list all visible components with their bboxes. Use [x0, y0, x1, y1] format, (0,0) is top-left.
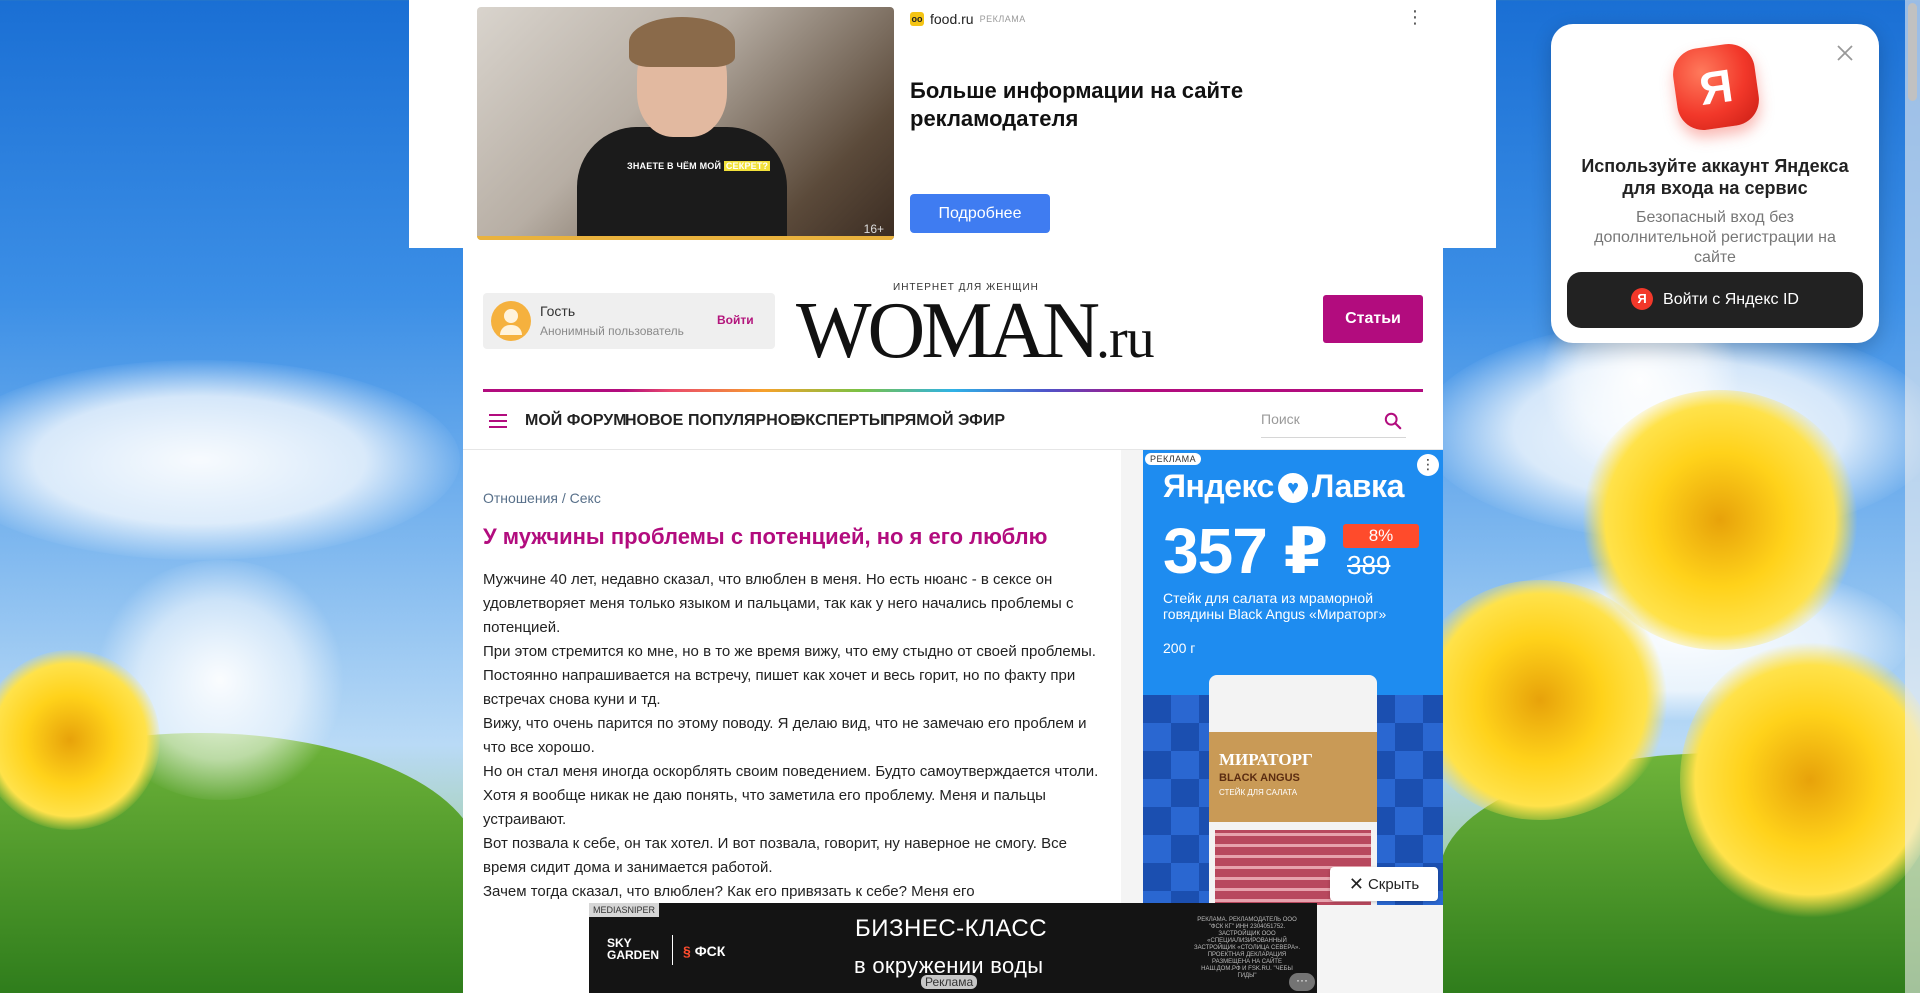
search-icon[interactable]	[1384, 412, 1402, 430]
article-paragraph: Вот позвала к себе, он так хотел. И вот …	[483, 835, 1067, 876]
site-logo[interactable]: WOMAN.ru	[796, 287, 1155, 380]
login-link[interactable]: Войти	[717, 313, 754, 327]
article-paragraph: Зачем тогда сказал, что влюблен? Как его…	[483, 883, 975, 900]
top-ad-banner[interactable]: ЗНАЕТЕ В ЧЁМ МОЙ СЕКРЕТ? 16+ oo food.ru …	[409, 0, 1496, 248]
nav-item-new[interactable]: НОВОЕ	[625, 412, 683, 430]
bottom-ad-legal: РЕКЛАМА. РЕКЛАМОДАТЕЛЬ ООО "ФСК КГ" ИНН …	[1193, 917, 1300, 979]
scrollbar-thumb[interactable]	[1908, 3, 1917, 101]
article-paragraph: При этом стремится ко мне, но в то же вр…	[483, 643, 1096, 708]
breadcrumb-separator: /	[561, 490, 566, 506]
video-person-hair	[629, 17, 735, 67]
menu-icon[interactable]	[489, 414, 507, 428]
search-box	[1261, 404, 1406, 438]
side-ad-banner[interactable]: РЕКЛАМА ⋮ Яндекс ♥ Лавка 357 ₽ 8% 389 Стей…	[1143, 450, 1443, 905]
popup-subtitle: Безопасный вход без дополнительной регис…	[1594, 209, 1836, 266]
ad-brand-name: food.ru	[930, 11, 974, 27]
breadcrumb-relations[interactable]: Отношения	[483, 490, 558, 506]
age-rating: 16+	[863, 222, 884, 236]
user-name: Гость	[540, 303, 576, 319]
yandex-logo-icon: Я	[1669, 40, 1763, 134]
user-box: Гость Анонимный пользователь Войти	[483, 293, 775, 349]
breadcrumb-sex[interactable]: Секс	[570, 490, 601, 506]
nav-item-experts[interactable]: ЭКСПЕРТЫ	[794, 412, 885, 430]
user-subtitle: Анонимный пользователь	[540, 324, 684, 338]
ad-headline[interactable]: Больше информации на сайте рекламодателя	[910, 77, 1310, 133]
more-options-icon[interactable]: ⋮	[1417, 454, 1439, 476]
hide-ad-label: Скрыть	[1367, 876, 1420, 893]
heart-icon: ♥	[1277, 473, 1308, 503]
ad-video[interactable]: ЗНАЕТЕ В ЧЁМ МОЙ СЕКРЕТ? 16+	[477, 7, 894, 240]
site-container: Гость Анонимный пользователь Войти ИНТЕР…	[463, 248, 1443, 993]
lavka-brand-b: Лавка	[1311, 468, 1405, 504]
logo-separator	[672, 935, 673, 965]
logo-main: WOMAN	[796, 287, 1100, 375]
main-nav: МОЙ ФОРУМ НОВОЕ ПОПУЛЯРНОЕ ЭКСПЕРТЫ ПРЯМ…	[463, 392, 1443, 450]
nav-item-popular[interactable]: ПОПУЛЯРНОЕ	[688, 412, 801, 430]
ad-cta-button[interactable]: Подробнее	[910, 194, 1050, 233]
old-price: 389	[1347, 550, 1391, 580]
close-icon: ✕	[1348, 874, 1364, 894]
page-scrollbar[interactable]	[1905, 0, 1920, 993]
hide-ad-button[interactable]: ✕ Скрыть	[1330, 867, 1438, 901]
article-body: Мужчине 40 лет, недавно сказал, что влюб…	[483, 568, 1103, 904]
discount-badge: 8%	[1343, 524, 1419, 548]
cloud	[0, 360, 460, 560]
product-description: Стейк для салата из мраморной говядины B…	[1163, 590, 1387, 622]
yandex-id-login-button[interactable]: Я Войти с Яндекс ID	[1567, 272, 1863, 328]
bottom-ad-headline: БИЗНЕС-КЛАСС	[855, 915, 1048, 942]
sky-garden-line2: GARDEN	[607, 948, 660, 962]
ad-tag: РЕКЛАМА	[1145, 453, 1202, 465]
more-horizontal-icon[interactable]: ···	[1289, 973, 1315, 991]
video-progress-bar	[477, 236, 894, 240]
dandelion-flower	[1410, 580, 1670, 820]
logo-suffix: .ru	[1095, 308, 1155, 370]
yandex-icon: Я	[1631, 288, 1654, 310]
product-label: МИРАТОРГ BLACK ANGUS СТЕЙК ДЛЯ САЛАТА	[1209, 732, 1377, 822]
yandex-id-popup: Я Используйте аккаунт Яндекса для входа …	[1551, 24, 1879, 343]
yandex-id-login-label: Войти с Яндекс ID	[1663, 291, 1799, 308]
avatar[interactable]	[491, 301, 531, 341]
breadcrumb: Отношения / Секс	[483, 490, 601, 506]
pack-subtitle: СТЕЙК ДЛЯ САЛАТА	[1219, 788, 1298, 797]
ad-brand[interactable]: oo food.ru РЕКЛАМА	[910, 11, 1026, 27]
ad-label: Реклама	[921, 975, 978, 989]
lavka-brand-a: Яндекс	[1163, 468, 1274, 504]
close-icon[interactable]	[1836, 44, 1854, 62]
article-paragraph: Но он стал меня иногда оскорблять своим …	[483, 763, 1099, 828]
bottom-ad-banner[interactable]: MEDIASNIPER SKY GARDEN § ФСК БИЗНЕС-КЛАС…	[589, 903, 1317, 993]
food-ru-logo-icon: oo	[910, 12, 924, 26]
yandex-lavka-logo: Яндекс ♥ Лавка	[1163, 468, 1404, 505]
pack-brand: МИРАТОРГ	[1219, 750, 1313, 769]
fsk-logo: § ФСК	[683, 943, 725, 959]
sky-garden-logo: SKY GARDEN	[607, 937, 659, 961]
search-input[interactable]	[1261, 404, 1371, 434]
video-subtitle-highlight: СЕКРЕТ?	[723, 161, 771, 171]
popup-title: Используйте аккаунт Яндекса для входа на…	[1581, 156, 1849, 198]
article-title: У мужчины проблемы с потенцией, но я его…	[483, 524, 1048, 549]
ad-price: 357 ₽	[1163, 515, 1328, 587]
fsk-logo-icon: §	[683, 943, 691, 959]
article-paragraph: Вижу, что очень парится по этому поводу.…	[483, 715, 1087, 756]
product-weight: 200 г	[1163, 640, 1196, 656]
nav-item-my-forum[interactable]: МОЙ ФОРУМ	[525, 412, 627, 430]
video-subtitle: ЗНАЕТЕ В ЧЁМ МОЙ СЕКРЕТ?	[627, 161, 771, 171]
pack-line: BLACK ANGUS	[1219, 772, 1300, 784]
video-subtitle-text: ЗНАЕТЕ В ЧЁМ МОЙ	[627, 161, 722, 171]
video-person-body	[577, 127, 787, 240]
articles-button[interactable]: Статьи	[1323, 295, 1423, 343]
article-paragraph: Мужчине 40 лет, недавно сказал, что влюб…	[483, 571, 1074, 636]
fsk-logo-text: ФСК	[694, 943, 726, 959]
ad-network-tag: MEDIASNIPER	[589, 903, 660, 917]
site-header: Гость Анонимный пользователь Войти ИНТЕР…	[463, 248, 1443, 392]
more-vertical-icon[interactable]: ⋮	[1406, 8, 1424, 26]
ad-tag: РЕКЛАМА	[979, 14, 1026, 24]
nav-item-live[interactable]: ПРЯМОЙ ЭФИР	[883, 412, 1005, 430]
